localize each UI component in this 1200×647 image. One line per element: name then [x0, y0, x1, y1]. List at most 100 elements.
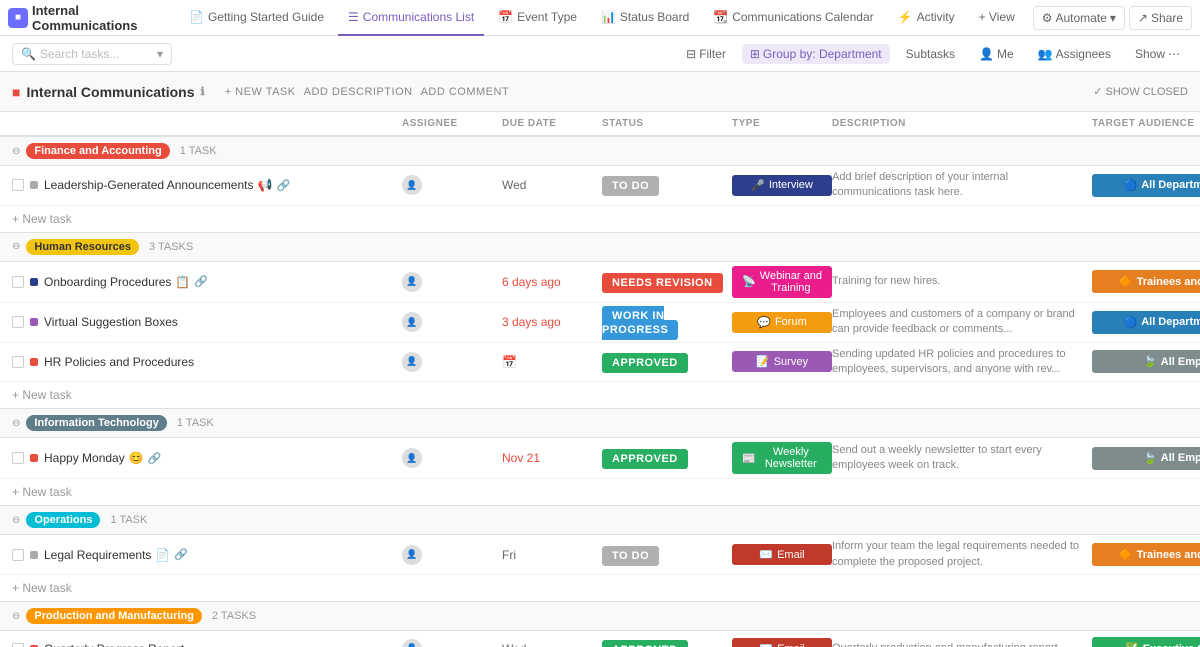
task-checkbox[interactable] — [12, 452, 24, 464]
status-cell: TO DO — [602, 178, 732, 192]
task-checkbox[interactable] — [12, 276, 24, 288]
description-cell: Quarterly production and manufacturing r… — [832, 641, 1092, 647]
main-content: ⊖ Finance and Accounting 1 TASK Leadersh… — [0, 136, 1200, 647]
avatar: 👤 — [402, 545, 422, 565]
add-comment-button[interactable]: ADD COMMENT — [421, 86, 510, 98]
link-icon: 🔗 — [276, 179, 290, 192]
target-audience-cell: 🔵All Department Heads — [1092, 174, 1200, 197]
show-button[interactable]: Show ⋯ — [1127, 44, 1188, 64]
group-icon: ⊞ — [750, 47, 760, 61]
type-badge: ✉️Email — [732, 638, 832, 647]
task-name[interactable]: Legal Requirements 📄 🔗 — [44, 548, 188, 562]
new-task-button[interactable]: + NEW TASK — [225, 86, 296, 98]
group-prod: ⊖ Production and Manufacturing 2 TASKS Q… — [0, 601, 1200, 647]
target-audience-cell: 🍃All Employees — [1092, 350, 1200, 373]
board-icon: 📊 — [601, 10, 616, 24]
task-name-cell: Legal Requirements 📄 🔗 — [12, 548, 402, 562]
avatar: 👤 — [402, 175, 422, 195]
task-color-dot — [30, 551, 38, 559]
type-badge: 📰Weekly Newsletter — [732, 442, 832, 474]
assignee-cell: 👤 — [402, 639, 502, 647]
assignees-icon: 👥 — [1038, 47, 1053, 61]
task-color-dot — [30, 358, 38, 366]
new-task-ops[interactable]: + New task — [0, 575, 1200, 601]
target-audience-cell: 🔶Trainees and New Hires — [1092, 270, 1200, 293]
due-date-cell: Fri — [502, 548, 602, 562]
description-cell: Sending updated HR policies and procedur… — [832, 347, 1092, 378]
status-cell: APPROVED — [602, 451, 732, 465]
task-checkbox[interactable] — [12, 316, 24, 328]
automate-button[interactable]: ⚙ Automate ▾ — [1033, 6, 1125, 30]
table-row: Leadership-Generated Announcements 📢 🔗 👤… — [0, 166, 1200, 206]
filter-icon: ⊟ — [686, 47, 696, 61]
tab-getting-started[interactable]: 📄 Getting Started Guide — [179, 0, 334, 36]
tab-calendar[interactable]: 📆 Communications Calendar — [703, 0, 883, 36]
new-task-it[interactable]: + New task — [0, 479, 1200, 505]
group-badge-ops: Operations — [26, 512, 100, 528]
automate-icon: ⚙ — [1042, 11, 1053, 25]
task-checkbox[interactable] — [12, 643, 24, 647]
info-icon: ℹ — [201, 85, 205, 98]
subtasks-button[interactable]: Subtasks — [898, 44, 963, 64]
toolbar: 🔍 Search tasks... ▾ ⊟ Filter ⊞ Group by:… — [0, 36, 1200, 72]
group-badge-it: Information Technology — [26, 415, 166, 431]
status-badge: TO DO — [602, 176, 659, 196]
avatar: 👤 — [402, 272, 422, 292]
due-date-cell: 6 days ago — [502, 275, 602, 289]
task-checkbox[interactable] — [12, 179, 24, 191]
task-name[interactable]: Virtual Suggestion Boxes — [44, 315, 178, 329]
status-cell: NEEDS REVISION — [602, 275, 732, 289]
task-name[interactable]: Quarterly Progress Report — [44, 642, 184, 647]
group-task-count-ops: 1 TASK — [110, 514, 147, 526]
target-badge: 🍃All Employees — [1092, 350, 1200, 373]
task-name-cell: Virtual Suggestion Boxes — [12, 315, 402, 329]
collapse-icon[interactable]: ⊖ — [12, 241, 20, 252]
tab-event-type[interactable]: 📅 Event Type — [488, 0, 587, 36]
collapse-icon[interactable]: ⊖ — [12, 611, 20, 622]
col-status: STATUS — [602, 118, 732, 129]
collapse-icon[interactable]: ⊖ — [12, 146, 20, 157]
status-badge: WORK IN PROGRESS — [602, 306, 678, 340]
col-assignee: ASSIGNEE — [402, 118, 502, 129]
add-description-button[interactable]: ADD DESCRIPTION — [304, 86, 413, 98]
type-badge: 🎤Interview — [732, 175, 832, 196]
tab-communications-list[interactable]: ☰ Communications List — [338, 0, 484, 36]
task-checkbox[interactable] — [12, 549, 24, 561]
tab-activity[interactable]: ⚡ Activity — [888, 0, 965, 36]
type-badge: 📡Webinar and Training — [732, 266, 832, 298]
type-cell: 📝Survey — [732, 351, 832, 372]
task-name[interactable]: Onboarding Procedures 📋 🔗 — [44, 275, 208, 289]
tab-status-board[interactable]: 📊 Status Board — [591, 0, 699, 36]
filter-button[interactable]: ⊟ Filter — [678, 44, 734, 64]
emoji-icon: 📢 — [257, 178, 272, 192]
description-cell: Add brief description of your internal c… — [832, 170, 1092, 201]
search-input[interactable]: 🔍 Search tasks... ▾ — [12, 43, 172, 65]
group-by-button[interactable]: ⊞ Group by: Department — [742, 44, 890, 64]
avatar: 👤 — [402, 352, 422, 372]
new-task-finance[interactable]: + New task — [0, 206, 1200, 232]
collapse-icon[interactable]: ⊖ — [12, 418, 20, 429]
task-checkbox[interactable] — [12, 356, 24, 368]
table-row: Quarterly Progress Report 👤 Wed APPROVED… — [0, 631, 1200, 647]
task-name[interactable]: Leadership-Generated Announcements 📢 🔗 — [44, 178, 290, 192]
task-name[interactable]: HR Policies and Procedures — [44, 355, 194, 369]
doc-icon: 📄 — [189, 10, 204, 24]
column-headers: ASSIGNEE DUE DATE STATUS TYPE DESCRIPTIO… — [0, 112, 1200, 136]
collapse-icon[interactable]: ⊖ — [12, 515, 20, 526]
status-cell: TO DO — [602, 548, 732, 562]
table-row: Legal Requirements 📄 🔗 👤 Fri TO DO ✉️Ema… — [0, 535, 1200, 575]
description-cell: Inform your team the legal requirements … — [832, 539, 1092, 570]
assignees-button[interactable]: 👥 Assignees — [1030, 44, 1119, 64]
share-button[interactable]: ↗ Share — [1129, 6, 1192, 30]
task-name-cell: Onboarding Procedures 📋 🔗 — [12, 275, 402, 289]
target-badge: 🔶Trainees and New Hires — [1092, 543, 1200, 566]
task-name[interactable]: Happy Monday 😊 🔗 — [44, 451, 161, 465]
assignee-cell: 👤 — [402, 312, 502, 332]
show-closed-button[interactable]: ✓ SHOW CLOSED — [1093, 85, 1188, 98]
calendar-icon: 📅 — [502, 355, 517, 369]
me-button[interactable]: 👤 Me — [971, 44, 1022, 64]
due-date-cell: Wed — [502, 178, 602, 192]
new-task-hr[interactable]: + New task — [0, 382, 1200, 408]
status-badge: APPROVED — [602, 353, 688, 373]
tab-view-add[interactable]: + View — [969, 0, 1025, 36]
